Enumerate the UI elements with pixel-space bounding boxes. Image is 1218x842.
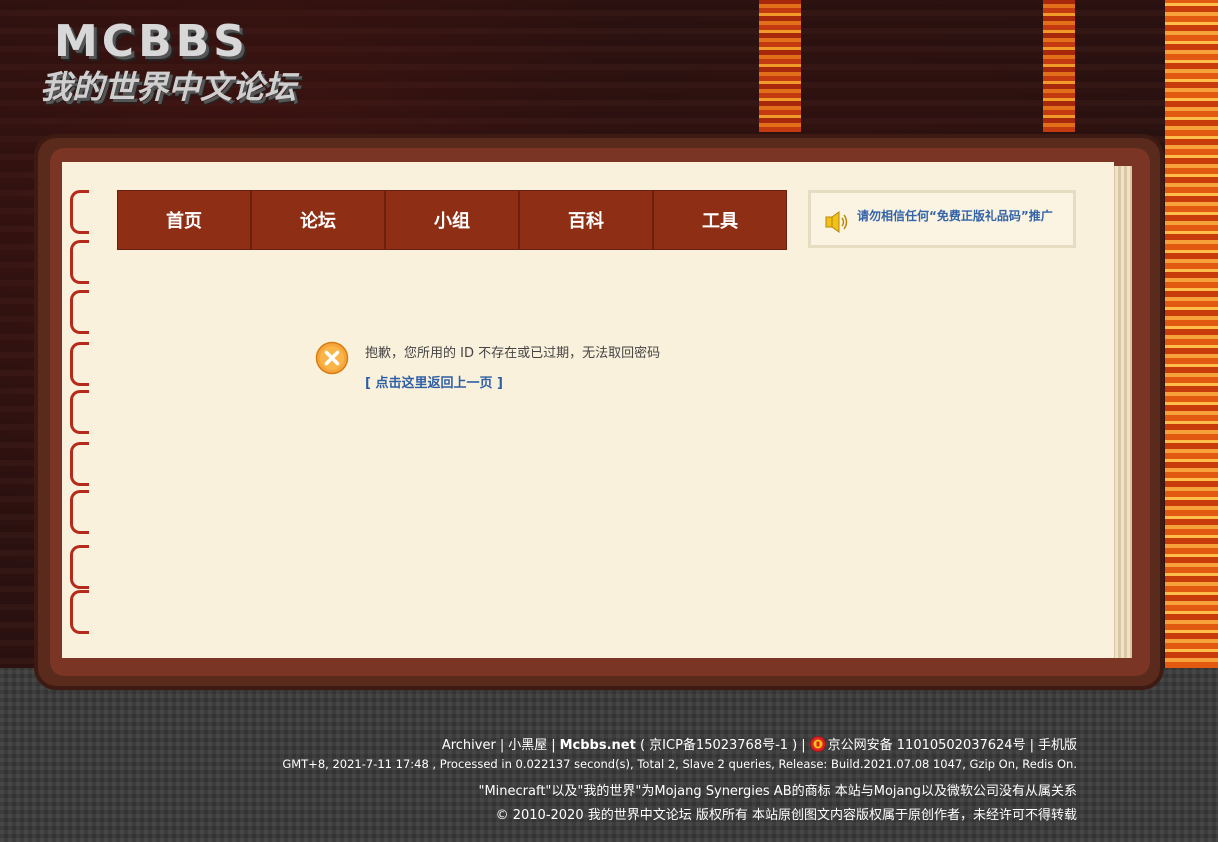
footer-trademark: "Minecraft"以及"我的世界"为Mojang Synergies AB的…	[478, 784, 1077, 799]
binding-ring	[70, 490, 89, 534]
nav-home[interactable]: 首页	[118, 191, 252, 249]
binding-ring	[70, 342, 89, 386]
binding-ring	[70, 190, 89, 234]
back-link[interactable]: [ 点击这里返回上一页 ]	[365, 372, 503, 391]
icp-link[interactable]: ( 京ICP备15023768号-1 )	[640, 738, 797, 753]
main-nav: 首页 论坛 小组 百科 工具	[117, 190, 787, 250]
footer-separator: |	[551, 738, 556, 753]
binding-ring	[70, 290, 89, 334]
binding-ring	[70, 590, 89, 634]
blackroom-link[interactable]: 小黑屋	[508, 738, 547, 753]
speaker-icon	[825, 211, 848, 233]
binding-ring	[70, 545, 89, 589]
binding-ring	[70, 390, 89, 434]
error-message: 抱歉，您所用的 ID 不存在或已过期，无法取回密码	[365, 346, 661, 361]
announcement-box: 请勿相信任何“免费正版礼品码”推广	[808, 190, 1076, 248]
book-binding	[70, 190, 89, 634]
binding-ring	[70, 442, 89, 486]
nav-tools[interactable]: 工具	[654, 191, 786, 249]
footer-separator: |	[499, 738, 505, 753]
nav-groups[interactable]: 小组	[386, 191, 520, 249]
nav-wiki[interactable]: 百科	[520, 191, 654, 249]
announcement-link[interactable]: 请勿相信任何“免费正版礼品码”推广	[857, 207, 1053, 224]
footer-separator: |	[801, 738, 806, 753]
police-badge-icon	[809, 736, 826, 752]
footer-separator: |	[1029, 738, 1034, 753]
footer-stats: GMT+8, 2021-7-11 17:48 , Processed in 0.…	[282, 757, 1077, 771]
footer-copyright: © 2010-2020 我的世界中文论坛 版权所有 本站原创图文内容版权属于原创…	[495, 808, 1077, 823]
error-x-icon	[315, 341, 349, 375]
site-logo[interactable]: MCBBS 我的世界中文论坛	[40, 16, 302, 106]
lava-column-right	[1043, 0, 1075, 132]
logo-letters: MCBBS	[54, 16, 249, 67]
binding-ring	[70, 240, 89, 284]
lava-column-left	[759, 0, 801, 132]
lava-wall	[1165, 0, 1218, 668]
page-edges	[1112, 166, 1132, 658]
archiver-link[interactable]: Archiver	[442, 738, 496, 753]
site-link[interactable]: Mcbbs.net	[560, 738, 636, 753]
mobile-link[interactable]: 手机版	[1038, 738, 1077, 753]
footer-links: Archiver | 小黑屋 | Mcbbs.net ( 京ICP备15023768号-…	[442, 734, 1077, 753]
logo-subtitle: 我的世界中文论坛	[40, 68, 297, 106]
police-record-link[interactable]: 京公网安备 11010502037624号	[828, 738, 1026, 753]
nav-forum[interactable]: 论坛	[252, 191, 386, 249]
